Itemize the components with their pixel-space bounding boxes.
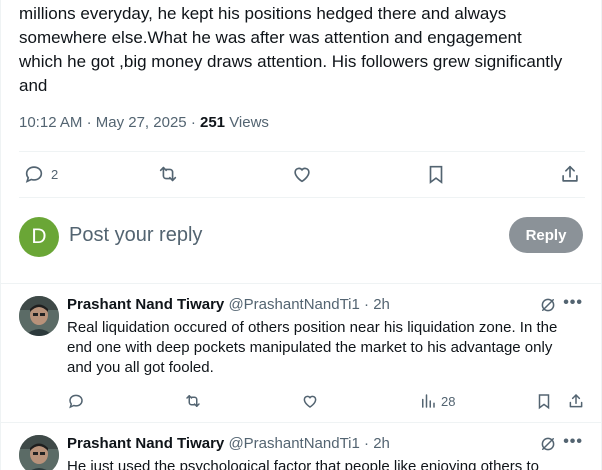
post-text-line: somewhere else.What he was after was att… (19, 28, 522, 47)
comment-text-line: and you all got fooled. (67, 359, 214, 376)
views-count: 251 (199, 114, 226, 131)
comment-like-button[interactable] (301, 390, 319, 412)
meta-separator: · (86, 114, 92, 131)
author-name[interactable]: Prashant Nand Tiwary (67, 435, 224, 452)
divider (1, 283, 602, 284)
comment-text: He just used the psychological factor th… (67, 457, 587, 470)
author-name[interactable]: Prashant Nand Tiwary (67, 296, 224, 313)
views-label: Views (229, 114, 269, 131)
repost-button[interactable] (157, 160, 179, 188)
meta-separator: · (364, 296, 370, 313)
reply-count: 2 (51, 166, 59, 182)
bookmark-button[interactable] (425, 160, 447, 188)
reply-input[interactable]: Post your reply (69, 224, 202, 247)
bookmark-icon (429, 165, 443, 184)
comment-reply-button[interactable] (67, 390, 85, 412)
post-text-line: millions everyday, he kept his positions… (19, 4, 507, 23)
comment-action-bar: 28 (67, 390, 589, 412)
author-handle[interactable]: @PrashantNandTi1 (228, 435, 359, 452)
avatar-letter: D (31, 225, 47, 248)
divider (1, 422, 602, 423)
avatar-photo (19, 435, 59, 470)
grok-icon[interactable] (539, 435, 557, 453)
divider (19, 151, 585, 152)
comment-bookmark-button[interactable] (535, 390, 553, 412)
author-handle[interactable]: @PrashantNandTi1 (228, 296, 359, 313)
reply-submit-button[interactable]: Reply (509, 217, 583, 253)
user-avatar[interactable]: D (19, 217, 59, 257)
post-action-bar: 2 (19, 160, 585, 188)
views-icon (422, 394, 435, 408)
avatar[interactable] (19, 296, 59, 336)
like-button[interactable] (291, 160, 313, 188)
meta-separator: · (190, 114, 196, 131)
avatar-photo (19, 296, 59, 336)
comment-time[interactable]: 2h (373, 435, 390, 452)
post-text-line: which he got ,big money draws attention.… (19, 52, 563, 71)
comment-text-line: end one with deep pockets manipulated th… (67, 339, 553, 356)
repost-icon (186, 395, 200, 407)
comment-time[interactable]: 2h (373, 296, 390, 313)
share-button[interactable] (559, 160, 581, 188)
heart-icon (294, 167, 310, 183)
more-icon[interactable]: ••• (563, 433, 583, 451)
post-text: millions everyday, he kept his positions… (19, 2, 591, 98)
post-time[interactable]: 10:12 AM (19, 114, 82, 131)
share-icon (569, 394, 583, 408)
reply-button[interactable]: 2 (23, 160, 58, 188)
reply-icon (25, 166, 43, 183)
comment-share-button[interactable] (567, 390, 585, 412)
reply-composer: D Post your reply Reply (19, 216, 585, 258)
divider (19, 197, 585, 198)
comment-text: Real liquidation occured of others posit… (67, 318, 587, 378)
comment-text-line: Real liquidation occured of others posit… (67, 319, 558, 336)
avatar[interactable] (19, 435, 59, 470)
post-meta: 10:12 AM · May 27, 2025 · 251 Views (19, 114, 269, 131)
more-icon[interactable]: ••• (563, 294, 583, 312)
post-date[interactable]: May 27, 2025 (96, 114, 187, 131)
reply-icon (69, 394, 83, 409)
comment-views-button[interactable]: 28 (419, 390, 455, 412)
repost-icon (159, 166, 177, 182)
meta-separator: · (364, 435, 370, 452)
grok-icon[interactable] (539, 296, 557, 314)
comment-header: Prashant Nand Tiwary @PrashantNandTi1 · … (67, 435, 390, 452)
post-text-line: and (19, 76, 48, 95)
tweet-detail-column: millions everyday, he kept his positions… (0, 0, 602, 470)
bookmark-icon (538, 394, 550, 410)
share-icon (562, 165, 578, 182)
comment-repost-button[interactable] (184, 390, 202, 412)
comment-header: Prashant Nand Tiwary @PrashantNandTi1 · … (67, 296, 390, 313)
comment-text-line: He just used the psychological factor th… (67, 458, 539, 470)
views-count: 28 (441, 393, 456, 409)
heart-icon (303, 395, 317, 408)
